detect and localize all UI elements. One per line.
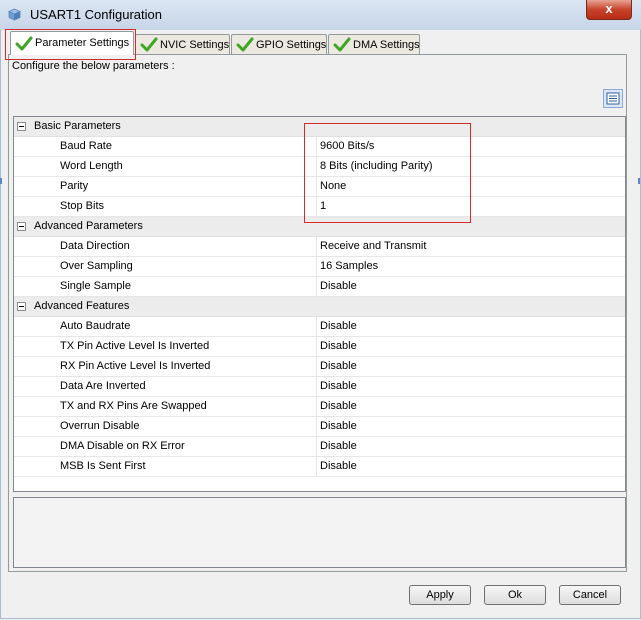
apply-button[interactable]: Apply [409,585,471,605]
param-row-overrun-disable[interactable]: Overrun Disable Disable [14,417,625,437]
param-row-auto-baudrate[interactable]: Auto Baudrate Disable [14,317,625,337]
param-row-msb-first[interactable]: MSB Is Sent First Disable [14,457,625,477]
active-tab-highlight [5,29,136,60]
tab-dma-settings[interactable]: DMA Settings [328,34,420,54]
column-divider [316,397,317,416]
tab-label: NVIC Settings [160,39,230,51]
column-divider [316,337,317,356]
param-name: RX Pin Active Level Is Inverted [60,360,211,372]
instruction-text: Configure the below parameters : [12,60,175,72]
ok-button[interactable]: Ok [484,585,546,605]
param-value[interactable]: 16 Samples [320,260,378,272]
column-divider [316,357,317,376]
close-icon: x [605,1,613,16]
view-toggle-button[interactable] [603,89,623,108]
param-row-data-direction[interactable]: Data Direction Receive and Transmit [14,237,625,257]
param-value[interactable]: Disable [320,340,357,352]
param-name: Parity [60,180,89,192]
param-name: Over Sampling [60,260,133,272]
app-cube-icon [8,8,21,21]
group-label: Advanced Parameters [34,220,143,232]
param-name: MSB Is Sent First [60,460,146,472]
tab-label: DMA Settings [353,39,420,51]
description-box [13,497,626,568]
column-divider [316,377,317,396]
param-value[interactable]: Disable [320,440,357,452]
column-divider [316,417,317,436]
param-value[interactable]: Disable [320,380,357,392]
list-view-icon [606,92,620,105]
collapse-icon[interactable] [17,122,26,131]
group-label: Advanced Features [34,300,130,312]
group-advanced-features[interactable]: Advanced Features [14,297,625,317]
param-row-over-sampling[interactable]: Over Sampling 16 Samples [14,257,625,277]
param-name: Data Direction [60,240,130,252]
param-name: TX and RX Pins Are Swapped [60,400,207,412]
tab-label: GPIO Settings [256,39,327,51]
collapse-icon[interactable] [17,222,26,231]
param-name: Auto Baudrate [60,320,131,332]
left-edge-accent [0,178,2,184]
param-name: DMA Disable on RX Error [60,440,185,452]
param-name: Stop Bits [60,200,105,212]
param-row-tx-pin-inverted[interactable]: TX Pin Active Level Is Inverted Disable [14,337,625,357]
window-title: USART1 Configuration [30,7,162,22]
param-value[interactable]: Receive and Transmit [320,240,426,252]
param-row-rx-pin-inverted[interactable]: RX Pin Active Level Is Inverted Disable [14,357,625,377]
param-value[interactable]: Disable [320,360,357,372]
column-divider [316,437,317,456]
title-bar: USART1 Configuration [0,0,641,31]
tab-gpio-settings[interactable]: GPIO Settings [231,34,327,54]
param-value[interactable]: Disable [320,280,357,292]
param-value[interactable]: Disable [320,320,357,332]
right-edge-accent [638,178,640,184]
basic-values-highlight [304,123,471,223]
group-label: Basic Parameters [34,120,121,132]
param-name: Single Sample [60,280,131,292]
column-divider [316,317,317,336]
param-name: Data Are Inverted [60,380,146,392]
close-button[interactable]: x [586,0,632,20]
tab-nvic-settings[interactable]: NVIC Settings [135,34,230,54]
cancel-button[interactable]: Cancel [559,585,621,605]
param-row-single-sample[interactable]: Single Sample Disable [14,277,625,297]
param-row-data-inverted[interactable]: Data Are Inverted Disable [14,377,625,397]
collapse-icon[interactable] [17,302,26,311]
param-name: Baud Rate [60,140,112,152]
param-value[interactable]: Disable [320,400,357,412]
checkmark-icon [236,37,254,52]
checkmark-icon [140,37,158,52]
param-name: Overrun Disable [60,420,140,432]
param-value[interactable]: Disable [320,460,357,472]
param-name: Word Length [60,160,123,172]
column-divider [316,277,317,296]
param-value[interactable]: Disable [320,420,357,432]
checkmark-icon [333,37,351,52]
param-row-dma-disable-rx-error[interactable]: DMA Disable on RX Error Disable [14,437,625,457]
column-divider [316,457,317,476]
param-name: TX Pin Active Level Is Inverted [60,340,210,352]
param-row-pins-swapped[interactable]: TX and RX Pins Are Swapped Disable [14,397,625,417]
column-divider [316,237,317,256]
column-divider [316,257,317,276]
